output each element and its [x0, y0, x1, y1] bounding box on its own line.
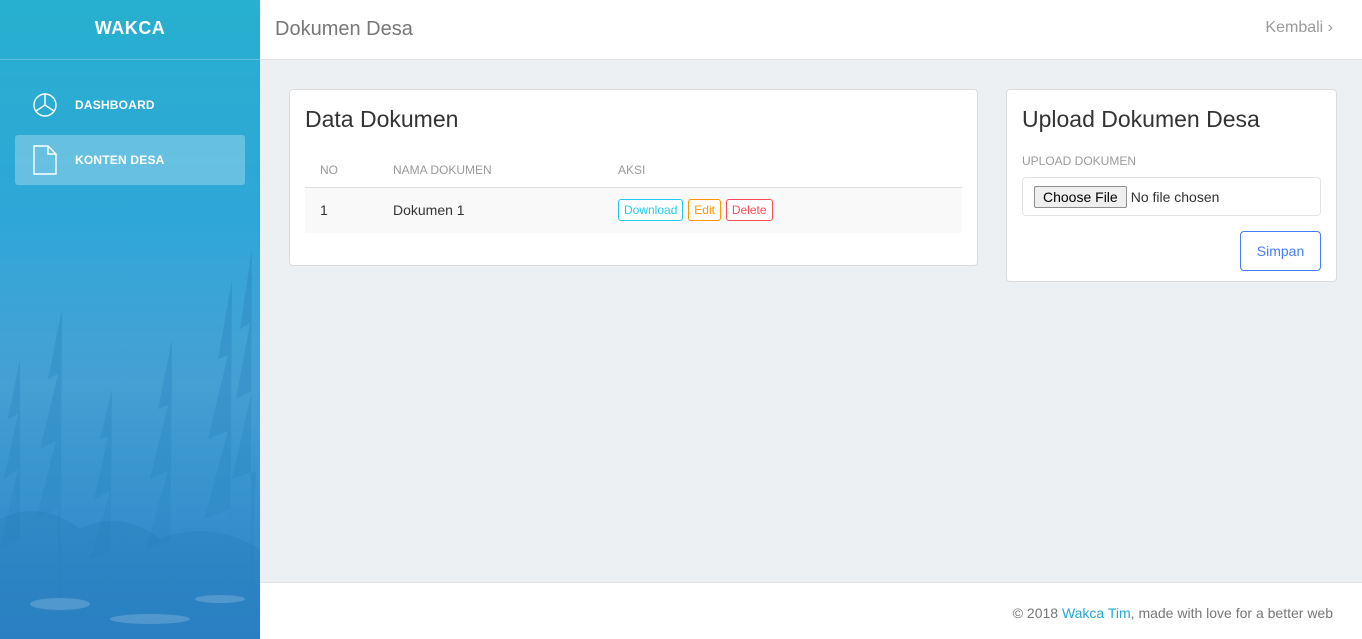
- back-link[interactable]: Kembali ›: [1265, 19, 1333, 37]
- column-header-no: NO: [305, 154, 378, 188]
- file-status-text: No file chosen: [1130, 188, 1220, 205]
- cell-actions: Download Edit Delete: [603, 187, 962, 233]
- delete-button[interactable]: Delete: [725, 199, 773, 222]
- cell-no: 1: [305, 187, 378, 233]
- column-header-actions: AKSI: [603, 154, 962, 188]
- sidebar-item-dashboard[interactable]: DASHBOARD: [15, 80, 245, 130]
- footer-team-link[interactable]: Wakca Tim: [1062, 605, 1131, 621]
- pie-chart-icon: [15, 92, 75, 118]
- file-input[interactable]: Choose File No file chosen: [1022, 177, 1321, 216]
- column-header-name: NAMA DOKUMEN: [378, 154, 603, 188]
- forest-background-image: [0, 219, 260, 639]
- footer-suffix: , made with love for a better web: [1130, 605, 1333, 621]
- card-title: Data Dokumen: [305, 106, 459, 132]
- table-row: 1 Dokumen 1 Download Edit Delete: [305, 187, 962, 233]
- footer-copyright: © 2018 Wakca Tim, made with love for a b…: [1013, 605, 1333, 621]
- table-header-row: NO NAMA DOKUMEN AKSI: [305, 154, 962, 188]
- top-navbar: Dokumen Desa Kembali ›: [260, 0, 1362, 60]
- document-icon: [15, 145, 75, 175]
- brand-logo[interactable]: WAKCA: [0, 0, 260, 60]
- page-title: Dokumen Desa: [275, 18, 413, 40]
- edit-button[interactable]: Edit: [688, 199, 721, 222]
- sidebar: WAKCA DASHBOARD KONTEN DESA: [0, 0, 260, 639]
- sidebar-item-label: DASHBOARD: [75, 98, 155, 112]
- sidebar-nav: DASHBOARD KONTEN DESA: [0, 60, 260, 185]
- footer-prefix: © 2018: [1012, 605, 1062, 621]
- save-button[interactable]: Simpan: [1240, 231, 1321, 271]
- footer: © 2018 Wakca Tim, made with love for a b…: [260, 582, 1362, 639]
- upload-dokumen-card: Upload Dokumen Desa UPLOAD DOKUMEN Choos…: [1006, 89, 1337, 282]
- documents-table: NO NAMA DOKUMEN AKSI 1 Dokumen 1 Downloa…: [305, 154, 962, 233]
- card-title: Upload Dokumen Desa: [1022, 106, 1260, 132]
- sidebar-item-konten-desa[interactable]: KONTEN DESA: [15, 135, 245, 185]
- sidebar-item-label: KONTEN DESA: [75, 153, 165, 167]
- upload-field-label: UPLOAD DOKUMEN: [1022, 154, 1137, 168]
- data-dokumen-card: Data Dokumen NO NAMA DOKUMEN AKSI 1 Doku…: [289, 89, 978, 266]
- choose-file-button[interactable]: Choose File: [1034, 185, 1127, 208]
- download-button[interactable]: Download: [618, 199, 684, 222]
- cell-document-name: Dokumen 1: [378, 187, 603, 233]
